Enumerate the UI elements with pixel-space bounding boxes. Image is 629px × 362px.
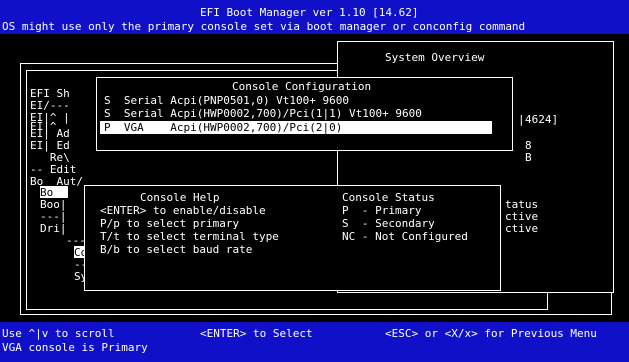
console-row-2[interactable]: S Serial Acpi(HWP0002,700)/Pci(1|1) Vt10…	[104, 108, 422, 120]
menu-fragment-12: Dri|	[40, 222, 67, 235]
app-title: EFI Boot Manager ver 1.10 [14.62]	[200, 6, 419, 19]
console-row-3-selected[interactable]: P VGA Acpi(HWP0002,700)/Pci(2|0)	[104, 122, 342, 134]
system-overview-fragment-0: |	[518, 113, 525, 126]
help-line-1: <ENTER> to enable/disable	[100, 204, 266, 217]
system-overview-title: System Overview	[385, 51, 485, 64]
system-overview-fragment-3: B	[525, 151, 532, 164]
help-line-2: P/p to select primary	[100, 217, 240, 230]
header-notice: OS might use only the primary console se…	[2, 20, 526, 33]
console-configuration-title: Console Configuration	[232, 80, 372, 93]
footer-help-scroll: Use ^|v to scroll	[2, 327, 115, 340]
system-overview-fragment-1: 4624]	[525, 113, 559, 126]
status-line-3: NC - Not Configured	[342, 230, 468, 243]
console-row-1[interactable]: S Serial Acpi(PNP0501,0) Vt100+ 9600	[104, 95, 349, 107]
footer-help-previous: <ESC> or <X/x> for Previous Menu	[385, 327, 597, 340]
console-status-title: Console Status	[342, 191, 435, 204]
console-help-title: Console Help	[140, 191, 220, 204]
status-active-2: ctive	[505, 222, 539, 235]
efi-screen: EFI Boot Manager ver 1.10 [14.62] OS mig…	[0, 0, 629, 362]
status-line-1: P - Primary	[342, 204, 422, 217]
footer-help-select: <ENTER> to Select	[200, 327, 313, 340]
help-line-3: T/t to select terminal type	[100, 230, 279, 243]
status-line-2: S - Secondary	[342, 217, 435, 230]
help-line-4: B/b to select baud rate	[100, 243, 253, 256]
footer-status: VGA console is Primary	[2, 341, 148, 354]
shell-fragment: EI|^	[30, 120, 57, 133]
